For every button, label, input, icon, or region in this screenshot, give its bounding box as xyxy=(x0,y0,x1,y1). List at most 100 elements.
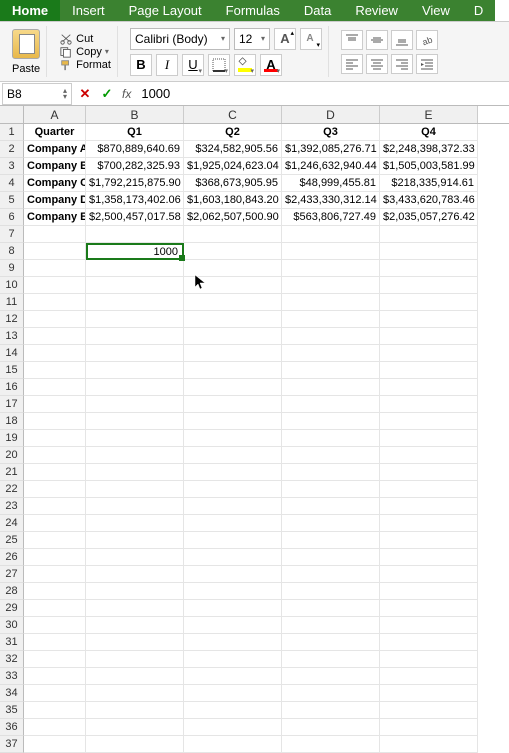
align-left-button[interactable] xyxy=(341,54,363,74)
cell[interactable] xyxy=(380,226,478,243)
row-header[interactable]: 27 xyxy=(0,566,24,583)
cell[interactable] xyxy=(184,481,282,498)
cell[interactable] xyxy=(184,277,282,294)
row-header[interactable]: 31 xyxy=(0,634,24,651)
cell-edit-input[interactable] xyxy=(87,244,181,259)
font-size-select[interactable]: 12▾ xyxy=(234,28,270,50)
row-header[interactable]: 8 xyxy=(0,243,24,260)
cell[interactable] xyxy=(24,498,86,515)
row-header[interactable]: 16 xyxy=(0,379,24,396)
fx-label[interactable]: fx xyxy=(118,87,135,101)
cell[interactable]: $1,392,085,276.71 xyxy=(282,141,380,158)
cell[interactable] xyxy=(86,345,184,362)
cell[interactable] xyxy=(86,634,184,651)
cell[interactable] xyxy=(380,702,478,719)
select-all-corner[interactable] xyxy=(0,106,24,123)
indent-button[interactable] xyxy=(416,54,438,74)
cell[interactable] xyxy=(184,345,282,362)
cell[interactable] xyxy=(86,226,184,243)
cell[interactable] xyxy=(184,719,282,736)
cell[interactable] xyxy=(86,447,184,464)
cell[interactable] xyxy=(282,719,380,736)
cell[interactable] xyxy=(184,549,282,566)
cell[interactable] xyxy=(184,515,282,532)
tab-formulas[interactable]: Formulas xyxy=(214,0,292,21)
cell[interactable] xyxy=(380,583,478,600)
col-header-B[interactable]: B xyxy=(86,106,184,123)
tab-insert[interactable]: Insert xyxy=(60,0,117,21)
format-button[interactable]: Format xyxy=(59,59,111,71)
cell[interactable] xyxy=(184,464,282,481)
row-header[interactable]: 24 xyxy=(0,515,24,532)
cell[interactable] xyxy=(282,379,380,396)
cell[interactable] xyxy=(380,447,478,464)
cell[interactable] xyxy=(282,651,380,668)
row-header[interactable]: 25 xyxy=(0,532,24,549)
cell[interactable] xyxy=(184,498,282,515)
row-header[interactable]: 12 xyxy=(0,311,24,328)
cell[interactable] xyxy=(86,583,184,600)
cell[interactable] xyxy=(24,243,86,260)
cell[interactable] xyxy=(184,685,282,702)
cell[interactable] xyxy=(24,515,86,532)
row-header[interactable]: 21 xyxy=(0,464,24,481)
cell[interactable] xyxy=(380,685,478,702)
row-header[interactable]: 6 xyxy=(0,209,24,226)
cell[interactable] xyxy=(24,719,86,736)
cell[interactable] xyxy=(282,430,380,447)
cell[interactable] xyxy=(24,277,86,294)
cell[interactable] xyxy=(86,294,184,311)
cell[interactable] xyxy=(24,430,86,447)
font-name-select[interactable]: Calibri (Body)▾ xyxy=(130,28,230,50)
row-header[interactable]: 23 xyxy=(0,498,24,515)
cell[interactable]: Q2 xyxy=(184,124,282,141)
cell[interactable]: $1,358,173,402.06 xyxy=(86,192,184,209)
tab-view[interactable]: View xyxy=(410,0,462,21)
cell[interactable] xyxy=(86,396,184,413)
cell[interactable] xyxy=(86,651,184,668)
cell[interactable] xyxy=(380,481,478,498)
cell[interactable] xyxy=(282,481,380,498)
cell[interactable] xyxy=(184,294,282,311)
cell[interactable] xyxy=(86,260,184,277)
cell[interactable] xyxy=(86,549,184,566)
tab-extra[interactable]: D xyxy=(462,0,495,21)
align-right-button[interactable] xyxy=(391,54,413,74)
cell[interactable]: Q4 xyxy=(380,124,478,141)
cell[interactable] xyxy=(24,345,86,362)
cell[interactable] xyxy=(184,634,282,651)
cell[interactable] xyxy=(184,226,282,243)
row-header[interactable]: 17 xyxy=(0,396,24,413)
cell[interactable] xyxy=(380,328,478,345)
cell[interactable] xyxy=(24,260,86,277)
font-decrease-button[interactable]: A▾ xyxy=(300,28,322,50)
cell[interactable] xyxy=(282,413,380,430)
cell[interactable] xyxy=(86,702,184,719)
formula-cancel-button[interactable]: ✕ xyxy=(74,84,96,104)
cell[interactable]: Company A xyxy=(24,141,86,158)
row-header[interactable]: 9 xyxy=(0,260,24,277)
cell[interactable] xyxy=(86,413,184,430)
row-header[interactable]: 30 xyxy=(0,617,24,634)
cell[interactable] xyxy=(86,464,184,481)
align-middle-button[interactable] xyxy=(366,30,388,50)
cell[interactable] xyxy=(24,311,86,328)
cell[interactable] xyxy=(24,226,86,243)
cell[interactable]: Company E xyxy=(24,209,86,226)
underline-button[interactable]: U▾ xyxy=(182,54,204,76)
cell[interactable] xyxy=(380,413,478,430)
cell[interactable] xyxy=(282,362,380,379)
row-header[interactable]: 11 xyxy=(0,294,24,311)
cell[interactable] xyxy=(282,328,380,345)
cell[interactable] xyxy=(24,583,86,600)
cell[interactable] xyxy=(86,311,184,328)
border-button[interactable]: ▾ xyxy=(208,54,230,76)
cell[interactable] xyxy=(184,243,282,260)
cell[interactable] xyxy=(184,566,282,583)
cell[interactable] xyxy=(282,702,380,719)
row-header[interactable]: 13 xyxy=(0,328,24,345)
cell[interactable] xyxy=(380,668,478,685)
cell[interactable]: $48,999,455.81 xyxy=(282,175,380,192)
cell[interactable] xyxy=(380,464,478,481)
cell[interactable] xyxy=(380,430,478,447)
